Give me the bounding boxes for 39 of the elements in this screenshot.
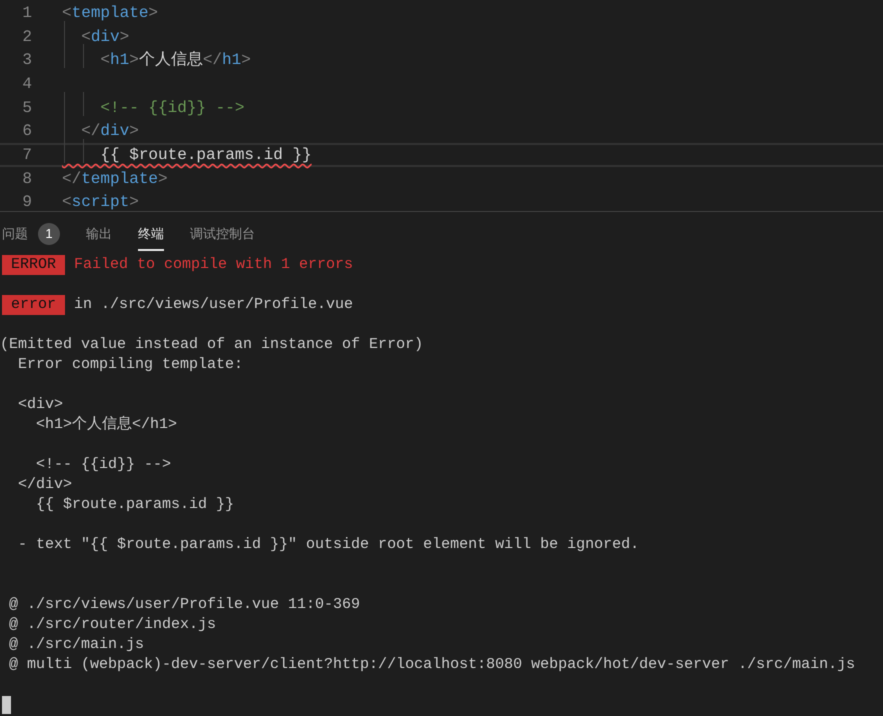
code-text: <script> (62, 193, 139, 211)
terminal-line: @ ./src/router/index.js (8, 614, 216, 635)
code-text: <template> (62, 4, 158, 22)
terminal-line: <h1>个人信息</h1> (35, 414, 178, 435)
terminal-line: {{ $route.params.id }} (35, 494, 234, 515)
terminal-line: Error compiling template: (17, 354, 244, 375)
terminal-line: @ ./src/main.js (8, 634, 144, 655)
terminal-cursor (2, 696, 11, 714)
terminal-line: in ./src/views/user/Profile.vue (73, 294, 354, 315)
line-number: 1 (21, 2, 33, 24)
code-text: </div> (80, 122, 139, 140)
terminal-line: <div> (17, 394, 64, 415)
code-text: <h1>个人信息</h1> (99, 51, 251, 70)
terminal-line: Failed to compile with 1 errors (73, 254, 354, 275)
terminal-line: </div> (17, 474, 72, 495)
terminal-line: (Emitted value instead of an instance of Error) (0, 334, 424, 355)
panel-tab[interactable]: 输出 (86, 219, 112, 251)
terminal-line: @ ./src/views/user/Profile.vue 11:0-369 (8, 594, 360, 615)
code-text: {{ $route.params.id }} (99, 146, 312, 164)
panel-tab[interactable]: 问题 1 (2, 219, 60, 251)
terminal-line: @ multi (webpack)-dev-server/client?http://localhost:8080 webpack/hot/dev-server ./src/main.js (8, 654, 856, 675)
code-text: <div> (80, 28, 130, 46)
terminal-line: <!-- {{id}} --> (35, 454, 172, 475)
panel-tab[interactable]: 调试控制台 (190, 219, 255, 251)
line-number: 9 (21, 192, 33, 211)
line-number: 7 (21, 144, 33, 166)
panel-tab[interactable]: 终端 (138, 219, 164, 251)
code-text: <!-- {{id}} --> (99, 98, 244, 117)
line-number: 2 (21, 26, 33, 48)
error-badge: error (2, 295, 66, 315)
terminal-line: - text "{{ $route.params.id }}" outside root element will be ignored. (17, 534, 640, 555)
error-badge: ERROR (2, 255, 66, 275)
line-number: 6 (21, 121, 33, 142)
count-badge: 1 (38, 223, 60, 245)
line-number: 3 (21, 50, 33, 72)
line-number: 4 (21, 74, 33, 95)
line-number: 5 (21, 98, 33, 119)
code-text: </template> (62, 170, 168, 188)
line-number: 8 (21, 168, 33, 190)
